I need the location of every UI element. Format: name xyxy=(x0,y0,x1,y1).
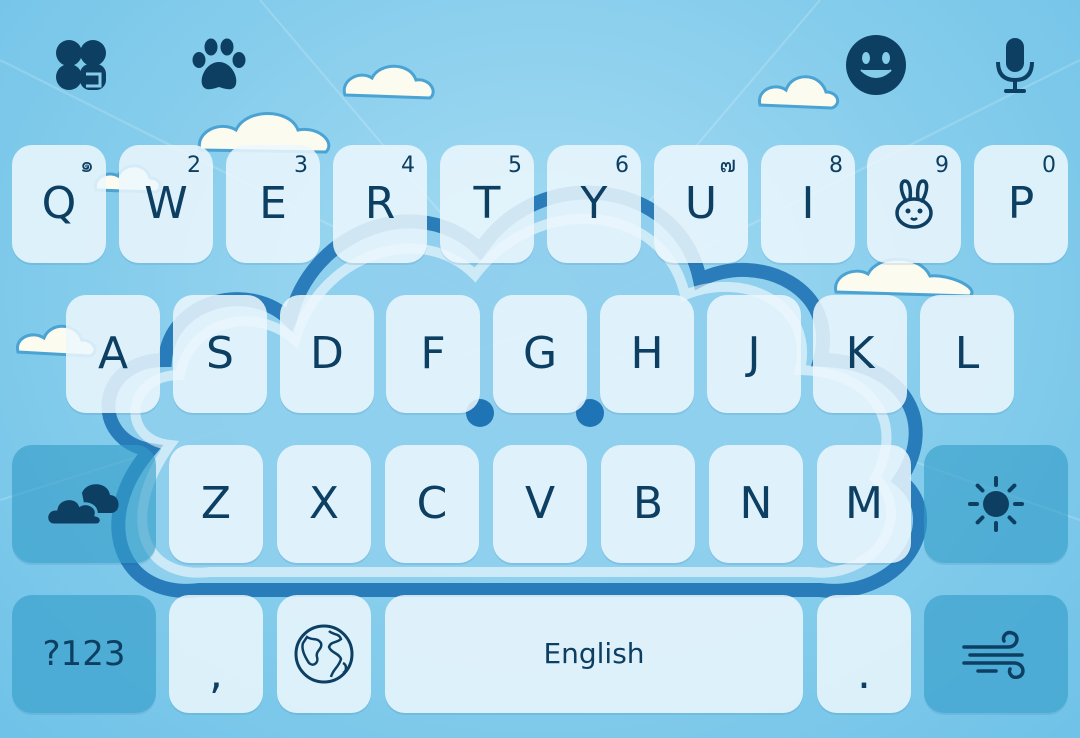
key-k[interactable]: K xyxy=(813,295,907,413)
comma-key[interactable]: , xyxy=(169,595,263,713)
key-label: Q xyxy=(41,178,77,229)
key-label: L xyxy=(954,328,980,379)
emoji-icon[interactable] xyxy=(843,32,909,98)
key-hint: 9 xyxy=(935,153,949,178)
bunny-icon xyxy=(891,179,937,229)
key-hint: 3 xyxy=(294,153,308,178)
key-hint: 5 xyxy=(508,153,522,178)
key-label: Z xyxy=(200,478,232,529)
key-p[interactable]: 0 P xyxy=(974,145,1068,263)
key-a[interactable]: A xyxy=(66,295,160,413)
cloud-icon xyxy=(46,479,122,529)
space-label: English xyxy=(543,637,645,670)
key-label: J xyxy=(747,328,761,379)
key-label: C xyxy=(416,478,448,529)
key-s[interactable]: S xyxy=(173,295,267,413)
key-label: V xyxy=(524,478,556,529)
globe-icon xyxy=(293,623,355,685)
key-q[interactable]: ๑ Q xyxy=(12,145,106,263)
key-label: R xyxy=(364,178,396,229)
key-e[interactable]: 3 E xyxy=(226,145,320,263)
key-hint: 4 xyxy=(401,153,415,178)
symbols-label: ?123 xyxy=(42,634,126,674)
key-n[interactable]: N xyxy=(709,445,803,563)
comma-label: , xyxy=(209,648,223,699)
key-x[interactable]: X xyxy=(277,445,371,563)
key-label: W xyxy=(144,178,188,229)
key-w[interactable]: 2 W xyxy=(119,145,213,263)
paw-icon[interactable] xyxy=(186,32,252,98)
key-t[interactable]: 5 T xyxy=(440,145,534,263)
key-label: I xyxy=(801,178,815,229)
period-label: . xyxy=(857,648,871,699)
key-v[interactable]: V xyxy=(493,445,587,563)
key-hint: ๑ xyxy=(80,153,94,178)
key-h[interactable]: H xyxy=(600,295,694,413)
key-m[interactable]: M xyxy=(817,445,911,563)
key-hint: 8 xyxy=(829,153,843,178)
enter-key[interactable] xyxy=(924,595,1068,713)
key-label: K xyxy=(845,328,875,379)
key-label: N xyxy=(739,478,773,529)
symbols-key[interactable]: ?123 xyxy=(12,595,156,713)
key-label: G xyxy=(522,328,558,379)
key-label: T xyxy=(473,178,501,229)
key-label: B xyxy=(632,478,664,529)
language-key[interactable] xyxy=(277,595,371,713)
clover-icon[interactable] xyxy=(48,32,114,98)
key-r[interactable]: 4 R xyxy=(333,145,427,263)
period-key[interactable]: . xyxy=(817,595,911,713)
key-label: S xyxy=(206,328,234,379)
key-hint: 0 xyxy=(1042,153,1056,178)
space-bar[interactable]: English xyxy=(385,595,803,713)
key-b[interactable]: B xyxy=(601,445,695,563)
key-c[interactable]: C xyxy=(385,445,479,563)
key-hint: ๗ xyxy=(719,153,736,178)
key-i[interactable]: 8 I xyxy=(761,145,855,263)
wind-icon xyxy=(960,629,1032,679)
sun-icon xyxy=(966,474,1026,534)
key-label: D xyxy=(310,328,344,379)
key-u[interactable]: ๗ U xyxy=(654,145,748,263)
key-l[interactable]: L xyxy=(920,295,1014,413)
key-label: X xyxy=(308,478,340,529)
key-label: U xyxy=(684,178,718,229)
key-label: E xyxy=(259,178,287,229)
key-g[interactable]: G xyxy=(493,295,587,413)
cloud-key[interactable] xyxy=(12,445,156,563)
microphone-icon[interactable] xyxy=(982,32,1048,98)
key-o[interactable]: 9 O xyxy=(867,145,961,263)
key-d[interactable]: D xyxy=(280,295,374,413)
key-j[interactable]: J xyxy=(707,295,801,413)
key-label: H xyxy=(630,328,664,379)
key-f[interactable]: F xyxy=(386,295,480,413)
key-label: P xyxy=(1007,178,1035,229)
key-label: A xyxy=(97,328,129,379)
key-z[interactable]: Z xyxy=(169,445,263,563)
key-hint: 6 xyxy=(615,153,629,178)
key-label: Y xyxy=(580,178,608,229)
sun-key[interactable] xyxy=(924,445,1068,563)
key-hint: 2 xyxy=(187,153,201,178)
key-label: F xyxy=(420,328,446,379)
key-label: M xyxy=(845,478,883,529)
key-y[interactable]: 6 Y xyxy=(547,145,641,263)
